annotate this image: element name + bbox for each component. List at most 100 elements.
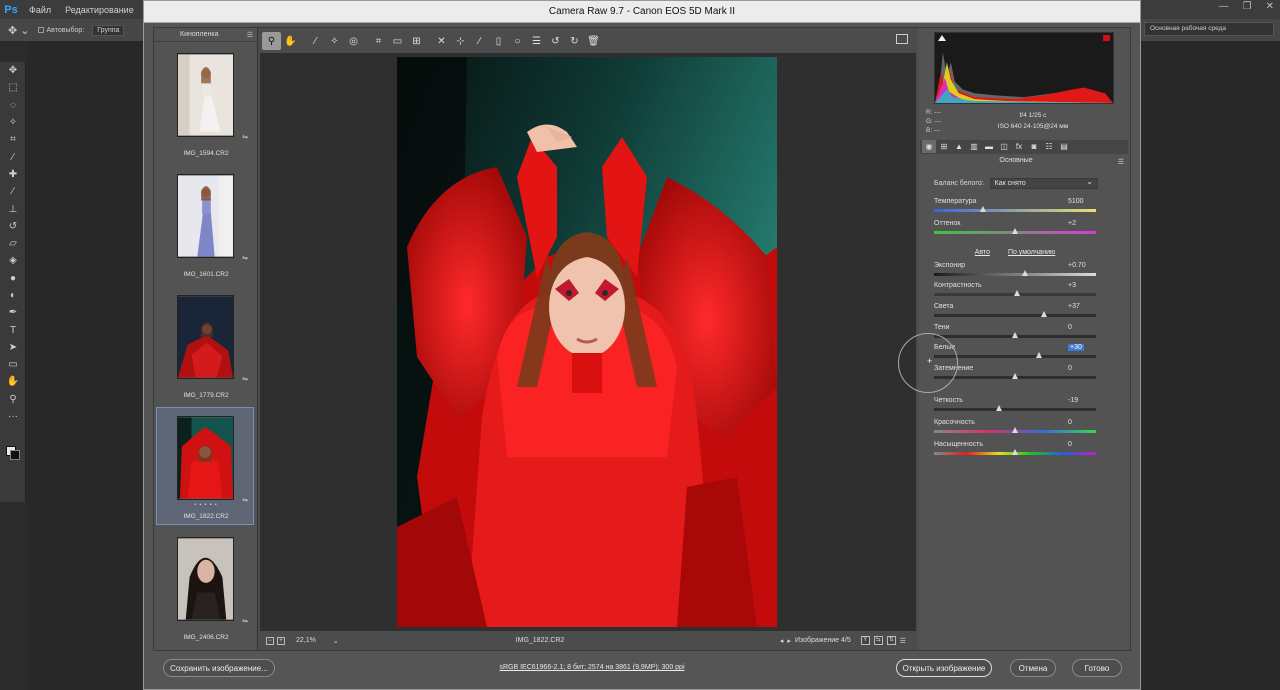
- slider-value-field[interactable]: 0: [1068, 365, 1072, 372]
- zoom-icon[interactable]: ⚲: [0, 391, 26, 408]
- film-item[interactable]: ⇋ IMG_1779.CR2: [156, 286, 254, 404]
- eyedropper-icon[interactable]: ⁄: [0, 148, 26, 165]
- adjustment-brush-icon[interactable]: ∕: [470, 32, 489, 50]
- radial-filter-icon[interactable]: ○: [508, 32, 527, 50]
- image-canvas[interactable]: [260, 53, 916, 631]
- dodge-icon[interactable]: ◐: [0, 287, 26, 304]
- straighten-tool-icon[interactable]: ▭: [388, 32, 407, 50]
- workspace-dropdown[interactable]: Основная рабочая среда: [1144, 22, 1274, 36]
- tab-camera-calibration-icon[interactable]: ◙: [1027, 140, 1041, 153]
- crop-icon[interactable]: ⌗: [0, 131, 26, 148]
- slider-value-field[interactable]: 0: [1068, 324, 1072, 331]
- white-balance-tool-icon[interactable]: ⁄: [306, 32, 325, 50]
- film-item[interactable]: ⇋ IMG_1601.CR2: [156, 165, 254, 283]
- slider-track[interactable]: [934, 355, 1096, 358]
- rating-stars[interactable]: • • • • •: [157, 502, 255, 508]
- tab-detail-icon[interactable]: ▲: [952, 140, 966, 153]
- minimize-icon[interactable]: —: [1219, 1, 1229, 12]
- slider-value-field[interactable]: -19: [1068, 397, 1078, 404]
- type-icon[interactable]: T: [0, 321, 26, 338]
- targeted-adjustment-icon[interactable]: ◎: [344, 32, 363, 50]
- close-icon[interactable]: ✕: [1266, 1, 1274, 12]
- tab-presets-icon[interactable]: ☷: [1042, 140, 1056, 153]
- auto-select-option[interactable]: Автовыбор:: [37, 27, 84, 34]
- film-item-selected[interactable]: • • • • • ⇋ IMG_1822.CR2: [156, 407, 254, 525]
- graduated-filter-icon[interactable]: ▯: [489, 32, 508, 50]
- menu-edit[interactable]: Редактирование: [58, 5, 141, 15]
- slider-track[interactable]: [934, 209, 1096, 212]
- before-after-icon[interactable]: Y: [860, 636, 870, 645]
- red-eye-icon[interactable]: ⊹: [451, 32, 470, 50]
- bucket-icon[interactable]: ◈: [0, 252, 26, 269]
- tab-snapshots-icon[interactable]: ▤: [1057, 140, 1071, 153]
- done-button[interactable]: Готово: [1072, 659, 1122, 677]
- slider-value-field[interactable]: +0.70: [1068, 262, 1086, 269]
- move-icon[interactable]: ✥: [0, 62, 26, 79]
- film-item[interactable]: ⇋ IMG_2406.CR2: [156, 528, 254, 646]
- filmstrip-menu-icon[interactable]: ☰: [247, 31, 253, 39]
- tab-split-toning-icon[interactable]: ▬: [982, 140, 996, 153]
- tab-lens-icon[interactable]: ◫: [997, 140, 1011, 153]
- highlight-clipping-icon[interactable]: [1103, 35, 1110, 41]
- tab-basic-icon[interactable]: ◉: [922, 140, 936, 153]
- copy-settings-icon[interactable]: ⇅: [886, 636, 896, 645]
- slider-track[interactable]: [934, 314, 1096, 317]
- next-image-icon[interactable]: ▸: [787, 637, 791, 645]
- auto-link[interactable]: Авто: [975, 249, 990, 256]
- open-image-button[interactable]: Открыть изображение: [896, 659, 992, 677]
- slider-value-field[interactable]: +3: [1068, 282, 1076, 289]
- history-brush-icon[interactable]: ↺: [0, 218, 26, 235]
- slider-value-field[interactable]: +30: [1068, 344, 1084, 351]
- move-tool-icon[interactable]: ✥ ⌄: [8, 24, 30, 37]
- slider-thumb[interactable]: [1012, 427, 1018, 433]
- slider-value-field[interactable]: +37: [1068, 303, 1080, 310]
- healing-icon[interactable]: ✚: [0, 166, 26, 183]
- fullscreen-icon[interactable]: [896, 34, 908, 44]
- white-balance-dropdown[interactable]: Как снято: [989, 177, 1098, 189]
- rotate-right-icon[interactable]: ↻: [565, 32, 584, 50]
- slider-thumb[interactable]: [1012, 373, 1018, 379]
- pen-icon[interactable]: ✒: [0, 304, 26, 321]
- hand-tool-icon[interactable]: ✋: [281, 32, 300, 50]
- tab-tone-curve-icon[interactable]: ⊞: [937, 140, 951, 153]
- maximize-icon[interactable]: ❐: [1243, 1, 1252, 12]
- slider-thumb[interactable]: [1012, 449, 1018, 455]
- slider-thumb[interactable]: [1041, 311, 1048, 317]
- spot-removal-icon[interactable]: ✕: [432, 32, 451, 50]
- rotate-left-icon[interactable]: ↺: [546, 32, 565, 50]
- slider-value-field[interactable]: 0: [1068, 441, 1072, 448]
- group-dropdown[interactable]: Группа: [92, 24, 125, 36]
- transform-tool-icon[interactable]: ⊞: [407, 32, 426, 50]
- zoom-tool-icon[interactable]: ⚲: [262, 32, 281, 50]
- slider-thumb[interactable]: [1036, 352, 1043, 358]
- save-image-button[interactable]: Сохранить изображение...: [163, 659, 275, 677]
- auto-select-checkbox[interactable]: [37, 27, 44, 33]
- menu-file[interactable]: Файл: [22, 5, 58, 15]
- slider-thumb[interactable]: [995, 405, 1002, 411]
- path-select-icon[interactable]: ➤: [0, 339, 26, 356]
- trash-icon[interactable]: 🗑: [584, 32, 603, 50]
- cancel-button[interactable]: Отмена: [1010, 659, 1056, 677]
- slider-thumb[interactable]: [1012, 332, 1018, 338]
- hand-icon[interactable]: ✋: [0, 373, 26, 390]
- stamp-icon[interactable]: ⊥: [0, 200, 26, 217]
- slider-value-field[interactable]: +2: [1068, 220, 1076, 227]
- slider-track[interactable]: [934, 408, 1096, 411]
- crop-tool-icon[interactable]: ⌗: [369, 32, 388, 50]
- preview-settings-icon[interactable]: ☰: [900, 637, 906, 645]
- slider-thumb[interactable]: [1021, 270, 1028, 276]
- slider-thumb[interactable]: [979, 206, 986, 212]
- lasso-icon[interactable]: ◌: [0, 97, 26, 114]
- slider-track[interactable]: [934, 273, 1096, 276]
- color-sampler-icon[interactable]: ✧: [325, 32, 344, 50]
- more-tools-icon[interactable]: ···: [0, 408, 26, 425]
- workflow-options-link[interactable]: sRGB IEC61966-2.1; 8 бит; 2574 на 3861 (…: [444, 664, 740, 671]
- tab-hsl-icon[interactable]: ▥: [967, 140, 981, 153]
- tab-effects-icon[interactable]: fx: [1012, 140, 1026, 153]
- shape-icon[interactable]: ▭: [0, 356, 26, 373]
- slider-value-field[interactable]: 0: [1068, 419, 1072, 426]
- magic-wand-icon[interactable]: ✧: [0, 114, 26, 131]
- prev-image-icon[interactable]: ◂: [780, 637, 784, 645]
- slider-thumb[interactable]: [1013, 290, 1020, 296]
- preferences-icon[interactable]: ☰: [527, 32, 546, 50]
